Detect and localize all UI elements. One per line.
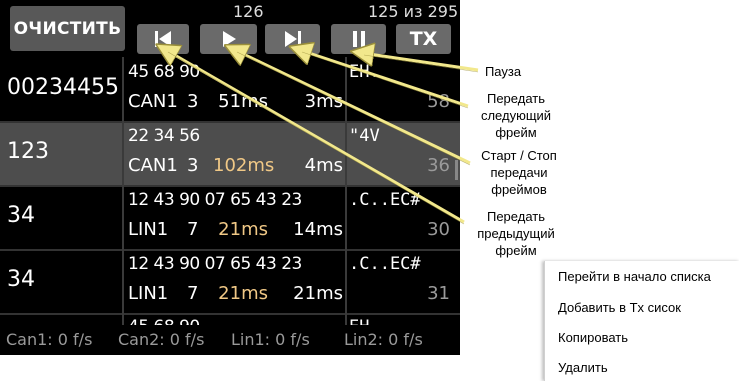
table-row-selected[interactable]: 123 22 34 56 CAN1 3 102ms 4ms "4V 36: [0, 123, 460, 185]
play-icon: [222, 31, 236, 47]
menu-item-add-to-tx[interactable]: Добавить в Tx сисок: [558, 300, 681, 315]
skip-previous-icon: [155, 31, 171, 47]
table-row[interactable]: 34 12 43 90 07 65 43 23 LIN1 7 21ms 14ms…: [0, 187, 460, 249]
frame-ascii: .C..EC#: [349, 190, 421, 210]
frame-delta: 4ms: [304, 155, 343, 176]
menu-item-delete[interactable]: Удалить: [558, 360, 608, 375]
clear-button[interactable]: ОЧИСТИТЬ: [10, 6, 125, 51]
frame-period: 21ms: [218, 219, 268, 240]
table-row[interactable]: 34 12 43 90 07 65 43 23 LIN1 7 21ms 21ms…: [0, 251, 460, 313]
scrollbar[interactable]: [455, 160, 458, 180]
context-menu: Перейти в начало списка Добавить в Tx си…: [544, 261, 739, 381]
frame-bus: CAN1: [128, 155, 178, 176]
frame-id: 123: [7, 139, 49, 164]
frame-data-hex: 12 43 90 07 65 43 23: [128, 190, 302, 210]
menu-item-copy[interactable]: Копировать: [558, 330, 628, 345]
toolbar: ОЧИСТИТЬ 126 125 из 295 TX: [0, 0, 460, 57]
frame-bus: CAN1: [128, 91, 178, 112]
frame-delta: 14ms: [293, 219, 343, 240]
frame-period: 102ms: [213, 155, 275, 176]
frame-count: 30: [427, 219, 450, 240]
frame-dlc: 3: [187, 91, 199, 112]
frame-id: 34: [7, 267, 35, 292]
menu-item-go-to-top[interactable]: Перейти в начало списка: [558, 269, 711, 284]
callout-pause: Пауза: [484, 64, 522, 79]
frame-ascii: .C..EC#: [349, 254, 421, 274]
frame-count: 36: [427, 155, 450, 176]
start-stop-button[interactable]: [200, 24, 257, 54]
status-lin2: Lin2: 0 f/s: [344, 330, 423, 349]
callout-next-frame: Передать следующий фрейм: [480, 91, 552, 140]
app-screen: ОЧИСТИТЬ 126 125 из 295 TX 00234455 45 6…: [0, 0, 460, 355]
callout-previous-frame: Передать предыдущий фрейм: [477, 209, 555, 258]
status-can1: Can1: 0 f/s: [6, 330, 93, 349]
frame-period: 51ms: [218, 91, 268, 112]
frame-dlc: 7: [187, 283, 199, 304]
frame-ascii: EH.: [349, 62, 380, 82]
frame-dlc: 3: [187, 155, 199, 176]
frame-count: 31: [427, 283, 450, 304]
current-index: 126: [233, 2, 264, 21]
skip-next-icon: [284, 31, 301, 47]
frame-count: 58: [427, 91, 450, 112]
frame-data-hex: 22 34 56: [128, 126, 200, 146]
column-divider: [345, 57, 347, 325]
callout-start-stop: Старт / Стоп передачи фреймов: [481, 148, 557, 197]
frame-counter: 125 из 295: [368, 2, 459, 21]
status-can2: Can2: 0 f/s: [118, 330, 205, 349]
frame-data-hex: 45 68 90: [128, 62, 200, 82]
frame-delta: 3ms: [304, 91, 343, 112]
pause-icon: [352, 31, 365, 47]
frame-ascii: "4V: [349, 126, 380, 146]
frame-period: 21ms: [218, 283, 268, 304]
status-lin1: Lin1: 0 f/s: [231, 330, 310, 349]
table-row[interactable]: 00234455 45 68 90 CAN1 3 51ms 3ms EH. 58: [0, 59, 460, 121]
frame-dlc: 7: [187, 219, 199, 240]
frame-id: 34: [7, 203, 35, 228]
pause-button[interactable]: [331, 24, 386, 54]
frame-id: 00234455: [7, 75, 119, 100]
frame-delta: 21ms: [293, 283, 343, 304]
status-bar: Can1: 0 f/s Can2: 0 f/s Lin1: 0 f/s Lin2…: [0, 325, 460, 355]
previous-frame-button[interactable]: [137, 24, 189, 54]
tx-button[interactable]: TX: [396, 24, 451, 54]
frame-bus: LIN1: [128, 283, 169, 304]
column-divider: [122, 57, 124, 325]
frame-bus: LIN1: [128, 219, 169, 240]
next-frame-button[interactable]: [265, 24, 320, 54]
frame-data-hex: 12 43 90 07 65 43 23: [128, 254, 302, 274]
